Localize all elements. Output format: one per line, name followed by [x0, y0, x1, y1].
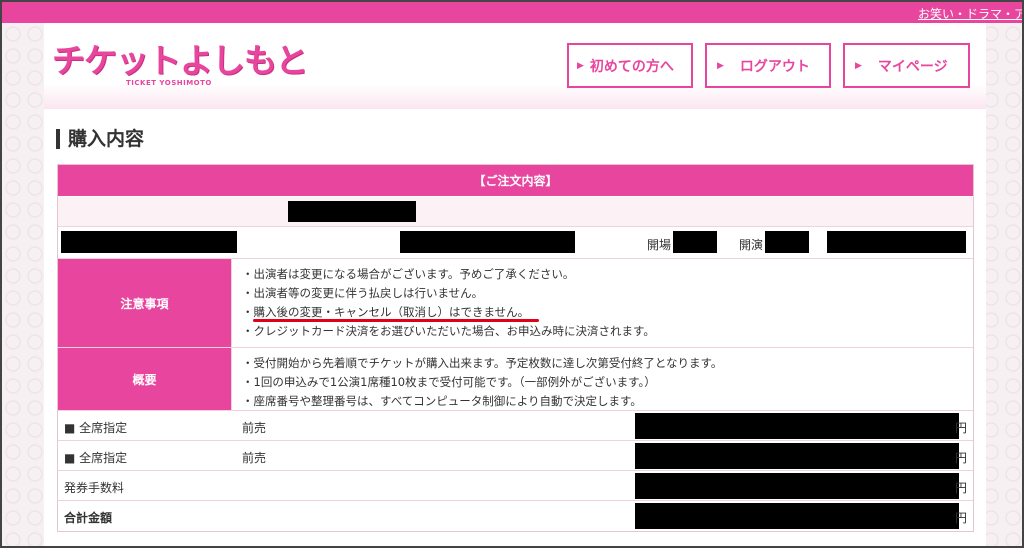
overview-row: 概要 ・受付開始から先着順でチケットが購入出来ます。予定枚数に達し次第受付終了と… [58, 348, 973, 411]
notes-line: ・クレジットカード決済をお選びいただいた場合、お申込み時に決済されます。 [242, 324, 655, 338]
first-time-label: 初めての方へ [589, 58, 674, 75]
page-content: チケットよしもと TICKET YOSHIMOTO ▶ 初めての方へ ▶ ログア… [44, 23, 986, 546]
redacted-block [765, 231, 809, 253]
fee-label: 発券手数料 [64, 481, 125, 495]
total-row: 合計金額 円 [58, 501, 973, 531]
notes-row: 注意事項 ・出演者は変更になる場合がございます。予めご了承ください。 ・出演者等… [58, 259, 973, 348]
redacted-amount [635, 503, 959, 529]
redacted-amount [635, 473, 959, 499]
page-title: 購入内容 [56, 129, 144, 149]
fee-row: 発券手数料 円 [58, 471, 973, 501]
site-logo[interactable]: チケットよしもと TICKET YOSHIMOTO [52, 41, 308, 88]
side-pattern-left [2, 23, 44, 546]
notes-line-text: ・購入後の変更・キャンセル（取消し）はできません。 [242, 305, 530, 319]
performance-info-row: 開場 開演 [58, 227, 973, 259]
category-link[interactable]: お笑い・ドラマ・ア [918, 5, 1022, 22]
top-bar: お笑い・ドラマ・ア [2, 2, 1022, 23]
redacted-amount [635, 413, 959, 439]
first-time-button[interactable]: ▶ 初めての方へ [567, 43, 693, 88]
yen-unit: 円 [954, 511, 967, 525]
order-header: 【ご注文内容】 [58, 165, 973, 197]
overview-line: ・受付開始から先着順でチケットが購入出来ます。予定枚数に達し次第受付終了となりま… [242, 356, 723, 370]
arrow-right-icon: ▶ [717, 60, 724, 71]
site-header: チケットよしもと TICKET YOSHIMOTO ▶ 初めての方へ ▶ ログア… [44, 23, 986, 109]
overview-content: ・受付開始から先着順でチケットが購入出来ます。予定枚数に達し次第受付終了となりま… [232, 348, 973, 410]
redacted-block [827, 231, 966, 253]
yen-unit: 円 [954, 421, 967, 435]
mypage-button[interactable]: ▶ マイページ [843, 43, 970, 88]
order-table: 【ご注文内容】 開場 開演 注意事項 ・出演者は変更になる場合がございます。予め… [57, 164, 974, 532]
notes-line-highlighted: ・購入後の変更・キャンセル（取消し）はできません。 [242, 303, 973, 322]
price-kind: 前売 [242, 421, 267, 435]
browser-frame: お笑い・ドラマ・ア チケットよしもと TICKET YOSHIMOTO ▶ 初め… [0, 0, 1024, 548]
notes-line: ・出演者は変更になる場合がございます。予めご了承ください。 [242, 267, 575, 281]
mypage-label: マイページ [877, 58, 948, 75]
redacted-block [61, 231, 237, 253]
price-row: ■ 全席指定 前売 円 [58, 441, 973, 471]
side-pattern-right [980, 23, 1022, 546]
redacted-block [288, 201, 416, 222]
overview-line: ・1回の申込みで1公演1席種10枚まで受付可能です。（一部例外がございます。） [242, 375, 656, 389]
logo-subtext: TICKET YOSHIMOTO [126, 79, 212, 87]
price-kind: 前売 [242, 451, 267, 465]
notes-content: ・出演者は変更になる場合がございます。予めご了承ください。 ・出演者等の変更に伴… [232, 259, 973, 347]
logout-button[interactable]: ▶ ログアウト [705, 43, 831, 88]
yen-unit: 円 [954, 481, 967, 495]
notes-line: ・出演者等の変更に伴う払戻しは行いません。 [242, 286, 484, 300]
arrow-right-icon: ▶ [855, 60, 862, 71]
price-label: ■ 全席指定 [64, 451, 128, 465]
venue-label: 開場 [647, 238, 672, 252]
arrow-right-icon: ▶ [577, 60, 584, 71]
redacted-block [400, 231, 575, 253]
overview-label: 概要 [58, 348, 232, 410]
yen-unit: 円 [954, 451, 967, 465]
notes-label: 注意事項 [58, 259, 232, 347]
price-label: ■ 全席指定 [64, 421, 128, 435]
overview-line: ・座席番号や整理番号は、すべてコンピュータ制御により自動で決定します。 [242, 394, 642, 408]
redacted-amount [635, 443, 959, 469]
performance-title-row [58, 197, 973, 227]
logo-text: チケットよしもと [52, 41, 308, 80]
total-label: 合計金額 [64, 511, 113, 525]
start-label: 開演 [739, 238, 764, 252]
redacted-block [673, 231, 717, 253]
price-row: ■ 全席指定 前売 円 [58, 411, 973, 441]
logout-label: ログアウト [739, 58, 810, 75]
